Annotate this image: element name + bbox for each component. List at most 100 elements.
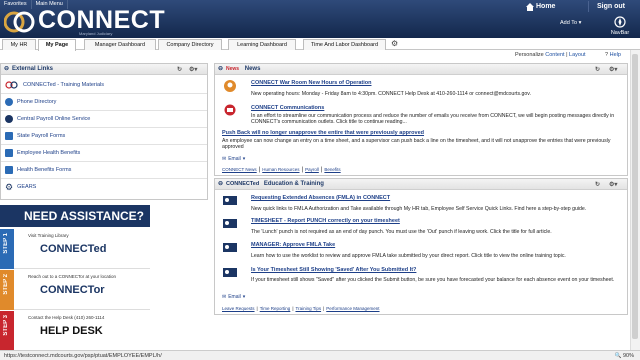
step-2: STEP 2 Reach out to a CONNECTor at your … xyxy=(0,270,150,310)
link-phone-directory[interactable]: Phone Directory xyxy=(5,96,56,108)
tab-my-hr[interactable]: My HR xyxy=(2,39,36,50)
email-link[interactable]: ✉ Email ▾ xyxy=(222,156,245,162)
external-links-header: ⊖ External Links ↻ ⚙▾ xyxy=(1,64,207,75)
email-link[interactable]: ✉ Email ▾ xyxy=(222,294,245,300)
tab-my-page[interactable]: My Page xyxy=(38,39,76,51)
edu-item-4-text: If your timesheet still shows "Saved" af… xyxy=(251,277,615,283)
news-badge: News xyxy=(226,66,240,72)
edu-item-2-text: The 'Lunch' punch is not required as an … xyxy=(251,229,552,235)
envelope-icon: ✉ xyxy=(222,294,227,300)
favorites-menu[interactable]: Favorites xyxy=(0,0,32,9)
step-1-label: STEP 1 xyxy=(3,233,9,254)
link-label: CONNECTed - Training Materials xyxy=(23,82,104,88)
add-to-menu[interactable]: Add To ▾ xyxy=(560,17,592,29)
news-panel: ⊖ News News ↻ ⚙▾ CONNECT War Room New Ho… xyxy=(214,63,628,176)
refresh-icon[interactable]: ↻ xyxy=(595,65,600,76)
footer-link[interactable]: Benefits xyxy=(324,167,340,173)
education-panel: ⊖ CONNECTed Education & Training ↻ ⚙▾ Re… xyxy=(214,178,628,315)
link-gears[interactable]: ⚙ GEARS xyxy=(5,181,36,193)
step-1-brand: CONNECTed xyxy=(40,243,107,255)
zoom-icon: 🔍 xyxy=(614,353,622,359)
tab-learning-dashboard[interactable]: Learning Dashboard xyxy=(228,39,296,50)
step-3-brand: HELP DESK xyxy=(40,325,103,337)
link-health-benefits-forms[interactable]: Health Benefits Forms xyxy=(5,164,71,176)
divider xyxy=(1,93,207,94)
content-link[interactable]: Content xyxy=(545,52,564,58)
connected-brand: CONNECTed xyxy=(226,181,260,187)
assist-heading: NEED ASSISTANCE? xyxy=(0,205,150,227)
edu-item-3-text: Learn how to use the worklist to review … xyxy=(251,253,566,259)
footer-link[interactable]: Time Reporting xyxy=(260,306,291,311)
footer-link[interactable]: CONNECT News xyxy=(222,167,257,173)
settings-icon[interactable]: ⚙▾ xyxy=(189,65,197,76)
edu-item-1-title[interactable]: Requesting Extended Absences (FMLA) in C… xyxy=(251,195,390,201)
news-item-3-title[interactable]: Push Back will no longer unapprove the e… xyxy=(222,130,424,136)
refresh-icon[interactable]: ↻ xyxy=(177,65,182,76)
navbar-button[interactable]: NavBar xyxy=(600,15,640,38)
divider xyxy=(1,144,207,145)
footer-link[interactable]: Payroll xyxy=(305,167,319,173)
refresh-icon[interactable]: ↻ xyxy=(595,180,600,191)
edu-item-1-text: New quick links to FMLA Authorization an… xyxy=(251,206,587,212)
edu-item-3-title[interactable]: MANAGER: Approve FMLA Take xyxy=(251,242,335,248)
header-bar: Favorites Main Menu CONNECT Maryland Jud… xyxy=(0,0,640,38)
news-item-3-text: An employee can now change an entry on a… xyxy=(222,138,611,151)
settings-icon[interactable]: ⚙▾ xyxy=(609,65,617,76)
edu-item-2-title[interactable]: TIMESHEET - Report PUNCH correctly on yo… xyxy=(251,218,400,224)
link-central-payroll[interactable]: Central Payroll Online Service xyxy=(5,113,90,125)
link-label: GEARS xyxy=(17,184,37,190)
link-label: State Payroll Forms xyxy=(17,133,66,139)
step-1-bar: STEP 1 xyxy=(0,229,14,269)
home-link[interactable]: Home xyxy=(526,1,566,12)
brand-subtitle: Maryland Judiciary xyxy=(79,31,113,36)
brand-title: CONNECT xyxy=(38,6,166,34)
link-state-payroll-forms[interactable]: State Payroll Forms xyxy=(5,130,65,142)
step-2-label: STEP 2 xyxy=(3,274,9,295)
connect-logo-icon xyxy=(4,11,35,33)
layout-link[interactable]: Layout xyxy=(569,52,586,58)
divider xyxy=(1,110,207,111)
tab-manager-dashboard[interactable]: Manager Dashboard xyxy=(84,39,156,50)
step-2-brand: CONNECTor xyxy=(40,284,105,296)
help-link[interactable]: ? Help xyxy=(605,52,621,60)
step-3-bar: STEP 3 xyxy=(0,311,14,351)
footer-link[interactable]: Leave Requests xyxy=(222,306,255,311)
link-label: Health Benefits Forms xyxy=(17,167,72,173)
status-bar: https://testconnect.mdcourts.gov/psp/ptu… xyxy=(0,350,640,360)
news-item-1-title[interactable]: CONNECT War Room New Hours of Operation xyxy=(251,80,372,86)
footer-link[interactable]: Human Resources xyxy=(262,167,299,173)
war-room-icon xyxy=(224,80,236,92)
scrollbar-thumb[interactable] xyxy=(632,54,638,339)
training-icon xyxy=(223,243,237,252)
collapse-icon[interactable]: ⊖ xyxy=(4,64,9,75)
sign-out-link[interactable]: Sign out xyxy=(588,1,638,12)
step-3-text: Contact the Help Desk (410) 260-1114 xyxy=(28,315,105,320)
settings-icon[interactable]: ⚙▾ xyxy=(609,180,617,191)
zoom-level[interactable]: 🔍 90% xyxy=(615,351,634,360)
edu-item-4-title[interactable]: Is Your Timesheet Still Showing 'Saved' … xyxy=(251,267,416,273)
footer-link[interactable]: Performance Management xyxy=(326,306,379,311)
tab-time-and-labor-dashboard[interactable]: Time And Labor Dashboard xyxy=(303,39,386,50)
link-connected-training[interactable]: CONNECTed - Training Materials xyxy=(5,79,104,91)
tab-company-directory[interactable]: Company Directory xyxy=(158,39,222,50)
connected-logo-icon xyxy=(5,81,18,89)
news-item-1-text: New operating hours: Monday - Friday 8am… xyxy=(251,91,531,97)
email-label: Email xyxy=(228,156,241,162)
add-to-label: Add To xyxy=(560,20,578,26)
need-assistance-banner: NEED ASSISTANCE? STEP 1 Visit Training L… xyxy=(0,205,150,351)
news-footer-links: CONNECT News | Human Resources | Payroll | … xyxy=(222,167,341,173)
document-icon xyxy=(5,132,13,140)
collapse-icon[interactable]: ⊖ xyxy=(218,64,223,75)
collapse-icon[interactable]: ⊖ xyxy=(218,179,223,190)
step-1: STEP 1 Visit Training Library CONNECTed xyxy=(0,229,150,269)
envelope-icon: ✉ xyxy=(222,156,227,162)
step-2-text: Reach out to a CONNECTor at your locatio… xyxy=(28,274,117,279)
chevron-down-icon: ▾ xyxy=(242,156,246,162)
link-employee-health-benefits[interactable]: Employee Health Benefits xyxy=(5,147,80,159)
gear-icon[interactable]: ⚙ xyxy=(391,39,398,48)
home-icon xyxy=(526,2,534,11)
training-icon xyxy=(223,268,237,277)
news-item-2-title[interactable]: CONNECT Communications xyxy=(251,105,324,111)
link-label: Phone Directory xyxy=(17,99,57,105)
footer-link[interactable]: Training Tips xyxy=(295,306,321,311)
